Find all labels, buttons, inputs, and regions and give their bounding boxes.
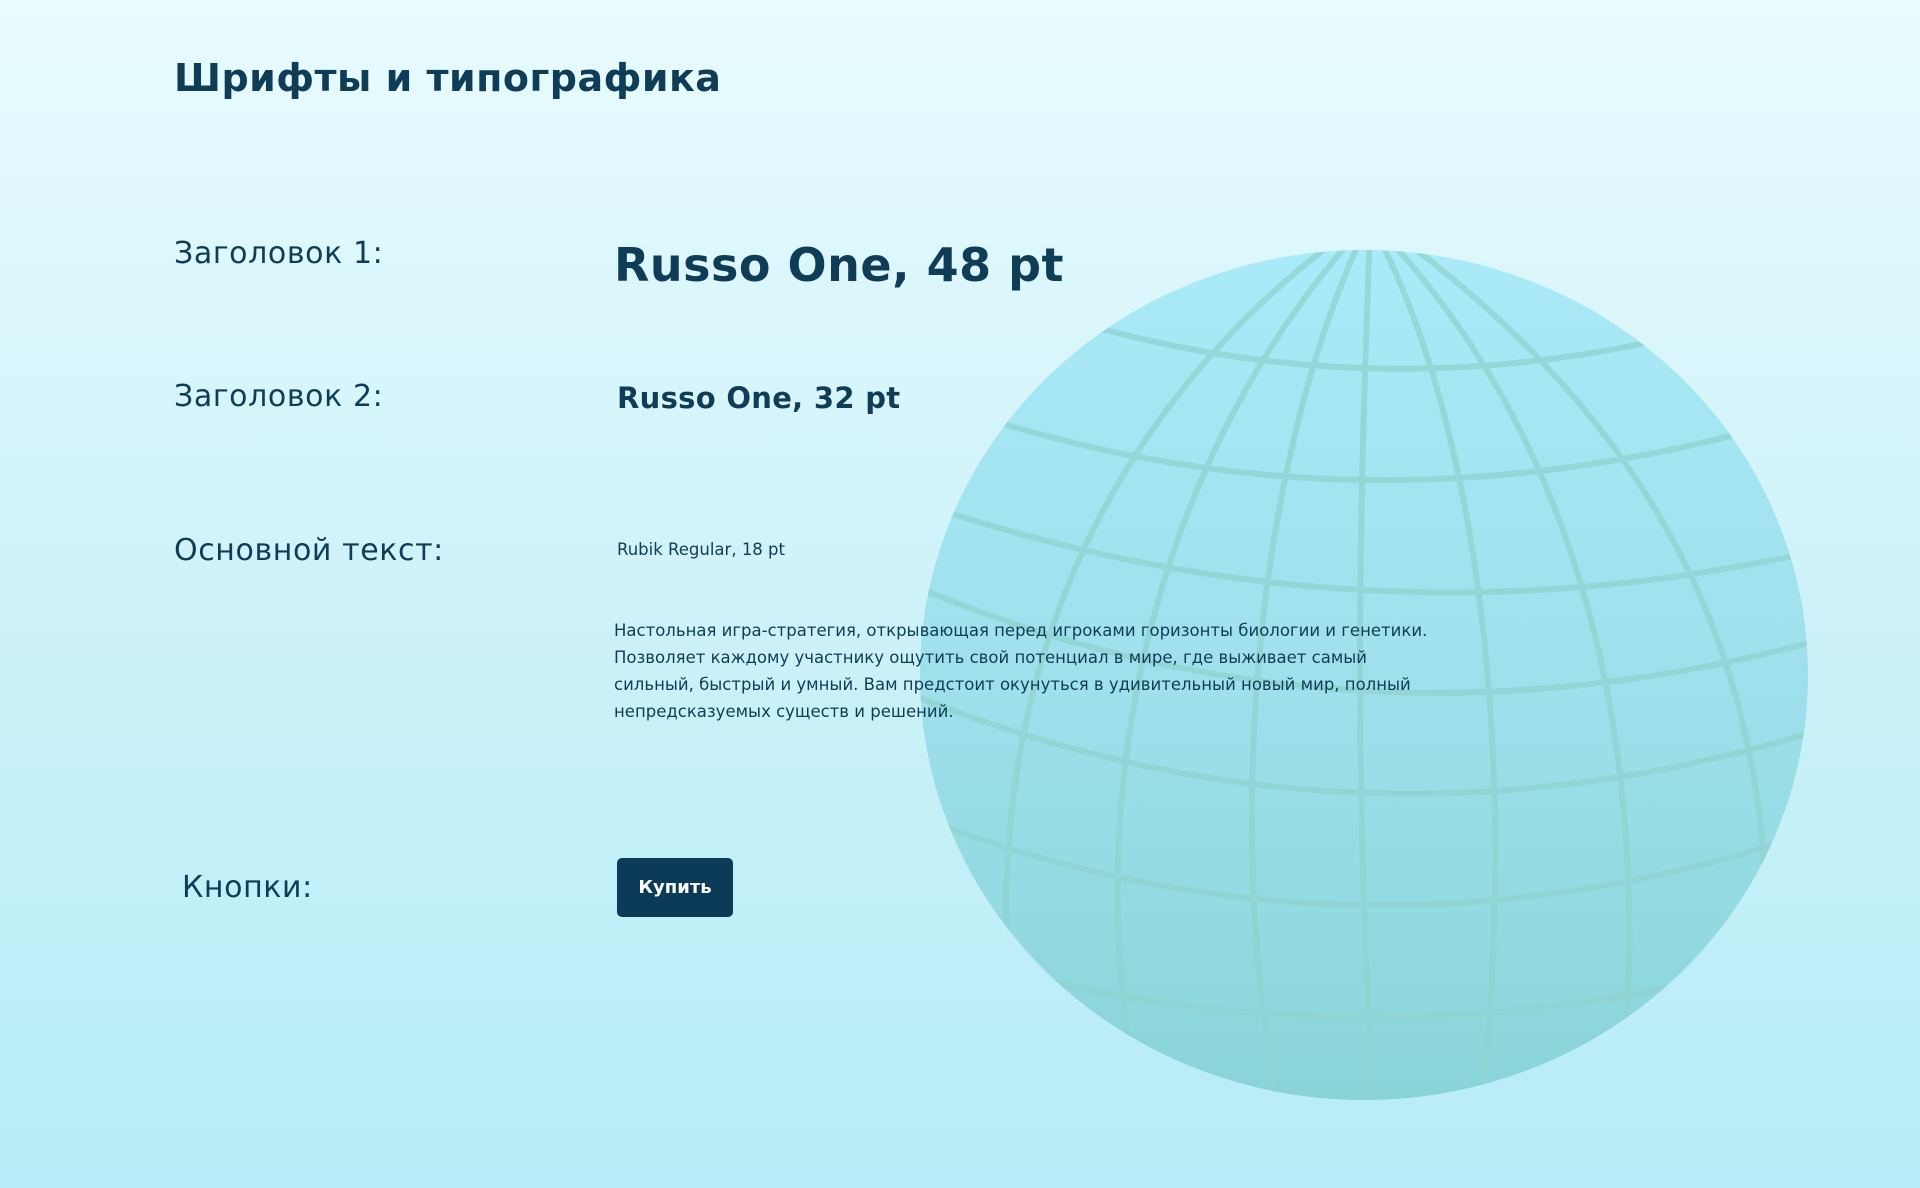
body-text-label: Основной текст: [174,533,444,568]
heading2-label: Заголовок 2: [174,379,384,414]
heading2-sample: Russo One, 32 pt [617,381,901,415]
buttons-label: Кнопки: [182,870,313,905]
buy-button[interactable]: Купить [617,858,733,917]
heading1-label: Заголовок 1: [174,236,384,271]
body-text-paragraph: Настольная игра-стратегия, открывающая п… [614,621,1428,721]
heading1-sample: Russo One, 48 pt [614,238,1065,292]
body-text-sample-label: Rubik Regular, 18 pt [617,540,785,559]
page-title: Шрифты и типографика [174,56,722,100]
